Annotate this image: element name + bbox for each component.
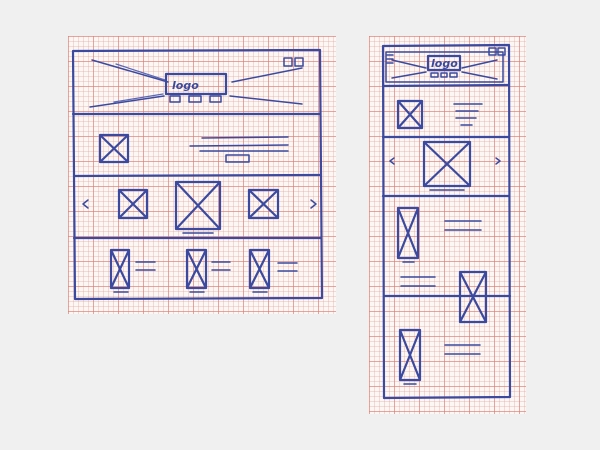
desktop-carousel-image-center (174, 180, 222, 231)
mobile-feature-section (396, 99, 483, 130)
desktop-header-section: logo (89, 57, 304, 108)
desktop-carousel-left-arrow-icon (82, 199, 89, 209)
desktop-logo-text: logo (172, 79, 199, 92)
desktop-carousel-right-arrow-icon (310, 199, 317, 209)
wireframe-drawings: logo logo (71, 43, 512, 400)
desktop-nav-item-2 (188, 95, 202, 103)
desktop-divider-2 (72, 173, 323, 178)
mobile-card-text-2 (400, 276, 436, 287)
mobile-wireframe: logo (381, 43, 512, 400)
desktop-feature-section (98, 133, 289, 164)
desktop-card-image-3 (248, 248, 271, 290)
mobile-carousel-section (389, 140, 501, 191)
mobile-divider-1 (381, 83, 511, 88)
mobile-logo-text: logo (431, 57, 458, 70)
desktop-carousel-section (82, 180, 317, 234)
desktop-nav-item-3 (209, 95, 222, 103)
desktop-feature-button (225, 154, 250, 163)
desktop-carousel-image-left (117, 188, 149, 220)
mobile-carousel-image (422, 140, 472, 188)
desktop-wireframe: logo (71, 48, 324, 301)
desktop-feature-image-placeholder (98, 133, 130, 164)
mobile-hamburger-icon (386, 54, 394, 64)
desktop-carousel-image-right (247, 188, 280, 220)
mobile-card-image-1 (396, 206, 420, 260)
desktop-cards-section (109, 248, 298, 293)
wireframe-sketch-stage: logo logo (0, 0, 600, 450)
desktop-feature-text-lines (189, 136, 289, 152)
mobile-header-section: logo (385, 47, 506, 83)
desktop-nav-item-1 (169, 95, 181, 103)
mobile-carousel-left-arrow-icon (389, 157, 395, 165)
mobile-card-text-3 (403, 344, 481, 385)
mobile-feature-text-lines (453, 103, 483, 126)
desktop-menu-icon-2 (294, 57, 304, 67)
desktop-card-image-1 (109, 248, 131, 290)
mobile-card-image-3 (398, 328, 422, 382)
desktop-menu-icon-1 (283, 57, 293, 67)
desktop-card-image-2 (185, 248, 208, 290)
mobile-card-text-1 (402, 220, 482, 263)
mobile-feature-image-placeholder (396, 99, 424, 130)
mobile-nav-items (430, 72, 458, 78)
mobile-carousel-right-arrow-icon (495, 157, 501, 165)
